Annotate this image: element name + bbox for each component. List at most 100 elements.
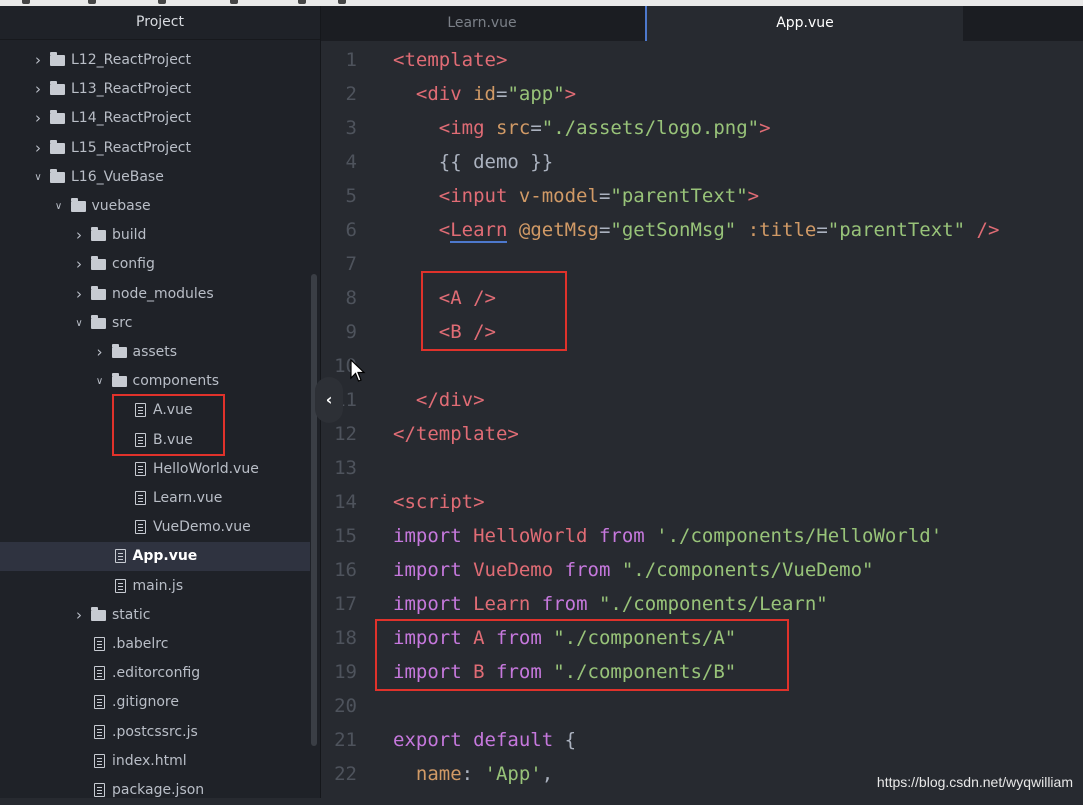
tree-item-l16-vuebase[interactable]: ∨ L16_VueBase bbox=[0, 163, 310, 192]
file-icon bbox=[94, 666, 105, 681]
folder-icon bbox=[91, 285, 106, 300]
chevron-right-icon[interactable]: › bbox=[72, 601, 86, 630]
tree-item-label: HelloWorld.vue bbox=[153, 460, 259, 477]
code-token: HelloWorld bbox=[473, 525, 588, 547]
folder-icon bbox=[50, 81, 65, 96]
chevron-right-icon[interactable]: › bbox=[31, 134, 45, 163]
tree-item-main-js[interactable]: main.js bbox=[0, 572, 310, 601]
tree-item-helloworld-vue[interactable]: HelloWorld.vue bbox=[0, 455, 310, 484]
toolbar-mark bbox=[88, 0, 96, 4]
code-line[interactable]: </template> bbox=[393, 417, 519, 451]
code-token: from bbox=[496, 627, 542, 649]
toolbar-mark bbox=[22, 0, 30, 4]
tree-item-vuedemo-vue[interactable]: VueDemo.vue bbox=[0, 513, 310, 542]
tree-item-l13-reactproject[interactable]: › L13_ReactProject bbox=[0, 75, 310, 104]
code-line[interactable]: <B /> bbox=[393, 315, 496, 349]
tab-learn-vue[interactable]: Learn.vue bbox=[321, 6, 643, 41]
code-token: id bbox=[473, 83, 496, 105]
tree-item-label: App.vue bbox=[132, 548, 198, 565]
code-token: <div bbox=[415, 83, 462, 105]
collapse-sidebar-button[interactable]: ‹ bbox=[315, 377, 343, 423]
tree-item-index-html[interactable]: index.html bbox=[0, 747, 310, 776]
tree-item-assets[interactable]: › assets bbox=[0, 338, 310, 367]
code-token: "parentText" bbox=[610, 185, 748, 207]
folder-icon bbox=[50, 110, 65, 125]
chevron-down-icon[interactable]: ∨ bbox=[72, 309, 86, 338]
code-token: <A bbox=[438, 287, 462, 309]
tab-app-vue[interactable]: App.vue bbox=[645, 6, 963, 41]
code-line[interactable]: <img src="./assets/logo.png"> bbox=[393, 111, 771, 145]
chevron-down-icon[interactable]: ∨ bbox=[52, 192, 66, 221]
tree-item-l14-reactproject[interactable]: › L14_ReactProject bbox=[0, 104, 310, 133]
sidebar-scrollbar[interactable] bbox=[311, 274, 317, 746]
tree-item-label: node_modules bbox=[112, 285, 214, 302]
chevron-right-icon[interactable]: › bbox=[72, 221, 86, 250]
chevron-right-icon[interactable]: › bbox=[31, 104, 45, 133]
tree-item-babelrc[interactable]: .babelrc bbox=[0, 630, 310, 659]
code-token: A bbox=[473, 627, 485, 649]
tree-item-gitignore[interactable]: .gitignore bbox=[0, 688, 310, 717]
code-line[interactable]: <template> bbox=[393, 43, 507, 77]
chevron-down-icon[interactable]: ∨ bbox=[31, 163, 45, 192]
code-line[interactable]: import HelloWorld from './components/Hel… bbox=[393, 519, 942, 553]
mouse-cursor-icon bbox=[350, 359, 366, 382]
code-token: B bbox=[473, 661, 485, 683]
tree-item-node-modules[interactable]: › node_modules bbox=[0, 280, 310, 309]
code-line[interactable]: import VueDemo from "./components/VueDem… bbox=[393, 553, 874, 587]
tree-item-label: main.js bbox=[132, 577, 184, 594]
tree-item-learn-vue[interactable]: Learn.vue bbox=[0, 484, 310, 513]
tree-item-static[interactable]: › static bbox=[0, 601, 310, 630]
code-token: : bbox=[461, 763, 485, 785]
code-line[interactable]: <A /> bbox=[393, 281, 496, 315]
tree-item-postcssrc-js[interactable]: .postcssrc.js bbox=[0, 718, 310, 747]
file-icon bbox=[135, 491, 146, 505]
tree-item-components[interactable]: ∨ components bbox=[0, 367, 310, 396]
chevron-right-icon[interactable]: › bbox=[31, 75, 45, 104]
chevron-right-icon[interactable]: › bbox=[93, 338, 107, 367]
toolbar-mark bbox=[298, 0, 306, 4]
code-line[interactable]: <div id="app"> bbox=[393, 77, 576, 111]
project-sidebar: Project › L12_ReactProject › L13_ReactProje… bbox=[0, 6, 321, 798]
tree-item-src[interactable]: ∨ src bbox=[0, 309, 310, 338]
tree-item-editorconfig[interactable]: .editorconfig bbox=[0, 659, 310, 688]
file-icon bbox=[114, 549, 126, 564]
tree-item-build[interactable]: › build bbox=[0, 221, 310, 250]
line-number: 20 bbox=[334, 695, 357, 717]
code-token: = bbox=[496, 83, 508, 105]
code-token: > bbox=[564, 83, 577, 105]
code-token: "getSonMsg" bbox=[610, 219, 737, 241]
code-line[interactable]: export default { bbox=[393, 723, 576, 757]
chevron-right-icon[interactable]: › bbox=[72, 280, 86, 309]
tree-item-label: .babelrc bbox=[112, 636, 169, 652]
code-line[interactable]: </div> bbox=[393, 383, 485, 417]
chevron-right-icon[interactable]: › bbox=[72, 250, 86, 279]
toolbar-mark bbox=[230, 0, 238, 4]
code-line[interactable]: <input v-model="parentText"> bbox=[393, 179, 759, 213]
tree-item-app-vue[interactable]: App.vue bbox=[0, 542, 310, 572]
tree-item-config[interactable]: › config bbox=[0, 250, 310, 279]
chevron-down-icon[interactable]: ∨ bbox=[93, 367, 107, 396]
code-token: , bbox=[541, 763, 554, 785]
tree-item-label: static bbox=[112, 606, 151, 623]
chevron-right-icon[interactable]: › bbox=[31, 46, 45, 75]
code-line[interactable]: name: 'App', bbox=[393, 757, 553, 791]
code-line[interactable]: {{ demo }} bbox=[393, 145, 553, 179]
tree-item-l15-reactproject[interactable]: › L15_ReactProject bbox=[0, 134, 310, 163]
code-line[interactable]: <script> bbox=[393, 485, 485, 519]
tree-item-l12-reactproject[interactable]: › L12_ReactProject bbox=[0, 46, 310, 75]
code-line[interactable]: import A from "./components/A" bbox=[393, 621, 736, 655]
tree-item-vuebase[interactable]: ∨ vuebase bbox=[0, 192, 310, 221]
code-editor[interactable]: 1 <template> 2 <div id="app"> 3 <img src=".… bbox=[321, 41, 1083, 798]
code-line[interactable]: import B from "./components/B" bbox=[393, 655, 736, 689]
toolbar-mark bbox=[338, 0, 346, 4]
code-line[interactable]: import Learn from "./components/Learn" bbox=[393, 587, 828, 621]
tree-item-package-json[interactable]: package.json bbox=[0, 776, 310, 805]
code-line[interactable]: <Learn @getMsg="getSonMsg" :title="paren… bbox=[393, 213, 999, 247]
